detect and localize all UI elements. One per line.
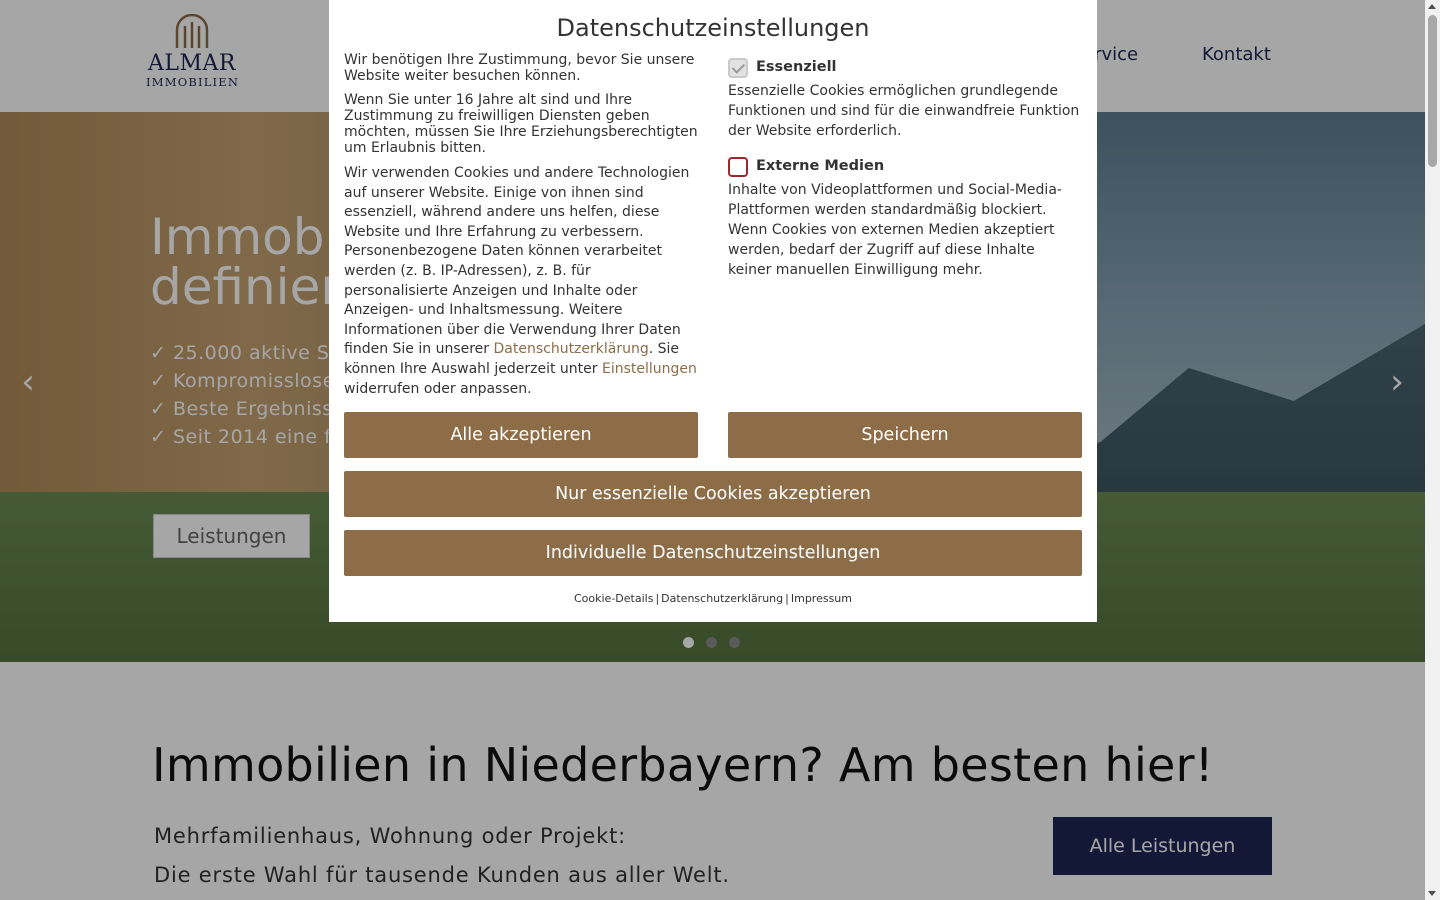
privacy-policy-link[interactable]: Datenschutzerklärung: [494, 341, 649, 357]
cookie-categories: Essenziell Essenzielle Cookies ermöglich…: [728, 58, 1082, 296]
settings-link[interactable]: Einstellungen: [602, 361, 697, 377]
essential-category: Essenziell: [728, 58, 1082, 78]
dialog-text-column: Wir benötigen Ihre Zustimmung, bevor Sie…: [344, 52, 698, 407]
scroll-down-icon[interactable]: [1428, 891, 1436, 896]
external-media-description: Inhalte von Videoplattformen und Social-…: [728, 182, 1062, 278]
save-button[interactable]: Speichern: [728, 412, 1082, 458]
external-media-checkbox[interactable]: [728, 157, 748, 178]
essential-checkbox: [728, 58, 748, 78]
page-scrollbar[interactable]: [1425, 0, 1440, 900]
privacy-settings-dialog: Datenschutzeinstellungen Wir benötigen I…: [329, 0, 1097, 622]
scroll-up-icon[interactable]: [1428, 4, 1436, 9]
individual-settings-button[interactable]: Individuelle Datenschutzeinstellungen: [344, 530, 1082, 576]
imprint-link[interactable]: Impressum: [791, 592, 852, 605]
privacy-policy-footer-link[interactable]: Datenschutzerklärung: [661, 592, 783, 605]
cookie-info-text: Wir verwenden Cookies und andere Technol…: [344, 165, 697, 397]
cookie-details-link[interactable]: Cookie-Details: [574, 592, 653, 605]
consent-intro-text: Wir benötigen Ihre Zustimmung, bevor Sie…: [344, 52, 695, 84]
essential-label: Essenziell: [756, 59, 837, 76]
age-notice-text: Wenn Sie unter 16 Jahre alt sind und Ihr…: [344, 92, 698, 156]
external-media-label[interactable]: Externe Medien: [756, 157, 884, 177]
accept-all-button[interactable]: Alle akzeptieren: [344, 412, 698, 458]
dialog-title: Datenschutzeinstellungen: [556, 14, 870, 42]
external-media-category[interactable]: Externe Medien: [728, 157, 1082, 178]
essential-description: Essenzielle Cookies ermöglichen grundleg…: [728, 83, 1080, 139]
scroll-thumb[interactable]: [1428, 15, 1437, 167]
dialog-footer-links: Cookie-Details | Datenschutzerklärung | Impr…: [573, 592, 852, 605]
accept-essential-button[interactable]: Nur essenzielle Cookies akzeptieren: [344, 471, 1082, 517]
